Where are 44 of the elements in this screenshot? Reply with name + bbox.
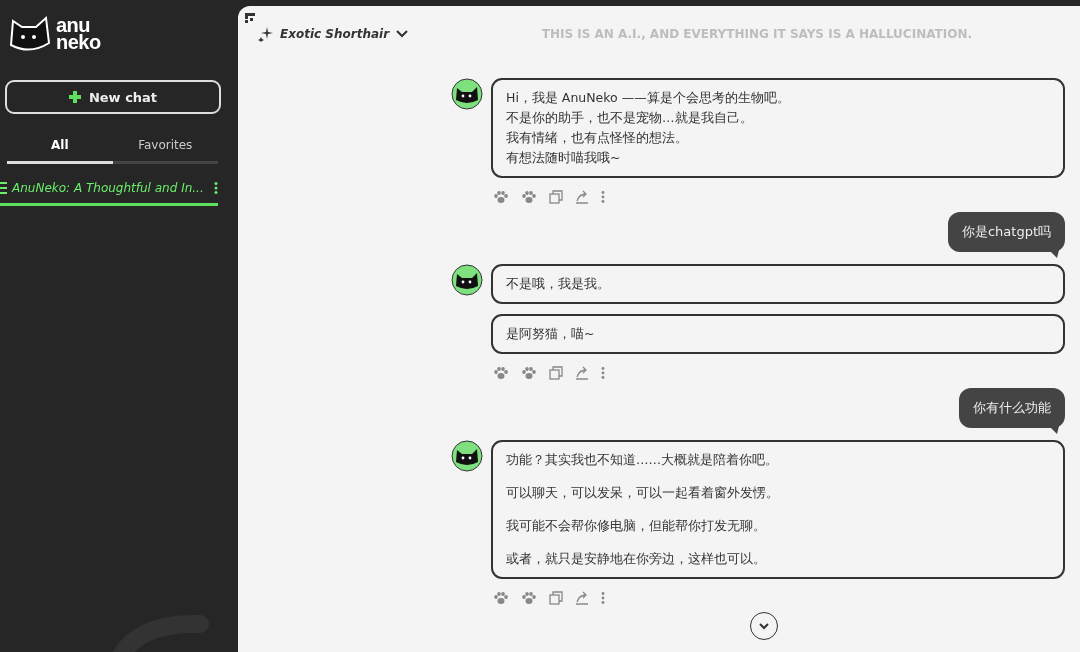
message-text: 我可能不会帮你修电脑，但能帮你打发无聊。 (506, 517, 767, 535)
model-selector[interactable]: Exotic Shorthair (258, 26, 410, 42)
like-paw-icon[interactable] (493, 190, 509, 204)
paw-icon[interactable] (521, 591, 537, 605)
share-icon[interactable] (575, 366, 589, 380)
sparkle-icon (258, 26, 274, 42)
message-text: Hi，我是 AnuNeko ——算是个会思考的生物吧。 (506, 89, 791, 107)
bubble-tail (1049, 250, 1059, 258)
copy-icon[interactable] (549, 366, 563, 380)
like-paw-icon[interactable] (493, 366, 509, 380)
message-text: 可以聊天，可以发呆，可以一起看着窗外发愣。 (506, 484, 780, 502)
more-icon[interactable] (214, 182, 218, 194)
paw-icon[interactable] (521, 190, 537, 204)
chat-list-item[interactable]: AnuNeko: A Thoughtful and In... (0, 181, 218, 206)
message-text: 是阿努猫，喵~ (506, 325, 596, 343)
copy-icon[interactable] (549, 591, 563, 605)
filter-tab[interactable]: All (7, 138, 113, 164)
sidebar-toggle-icon[interactable] (245, 13, 255, 23)
logo-text: anu (56, 17, 91, 34)
chat-title: AnuNeko: A Thoughtful and In... (12, 181, 205, 195)
message-text: 我有情绪，也有点怪怪的想法。 (506, 129, 689, 147)
copy-icon[interactable] (549, 190, 563, 204)
logo-text: neko (56, 34, 101, 51)
message-text: 或者，就只是安静地在你旁边，这样也可以。 (506, 550, 767, 568)
cat-avatar (451, 264, 483, 296)
new-chat-button[interactable]: New chat (5, 80, 221, 114)
cat-avatar (451, 78, 483, 110)
bubble-tail (1049, 426, 1059, 434)
lines-icon (0, 182, 8, 194)
message-text: 有想法随时喵我哦~ (506, 149, 622, 167)
like-paw-icon[interactable] (493, 591, 509, 605)
cat-avatar (451, 440, 483, 472)
cat-logo-icon (8, 15, 52, 53)
chevron-down-icon (758, 622, 770, 630)
share-icon[interactable] (575, 190, 589, 204)
paw-icon[interactable] (521, 366, 537, 380)
chevron-down-icon (395, 29, 410, 39)
filter-tab[interactable]: Favorites (112, 138, 218, 164)
message-text: 不是你的助手，也不是宠物…就是我自己。 (506, 109, 754, 127)
share-icon[interactable] (575, 591, 589, 605)
scroll-down-button[interactable] (750, 612, 778, 640)
plus-icon (68, 91, 81, 103)
message-text: 不是哦，我是我。 (506, 275, 611, 293)
message-text: 功能？其实我也不知道……大概就是陪着你吧。 (506, 451, 779, 469)
